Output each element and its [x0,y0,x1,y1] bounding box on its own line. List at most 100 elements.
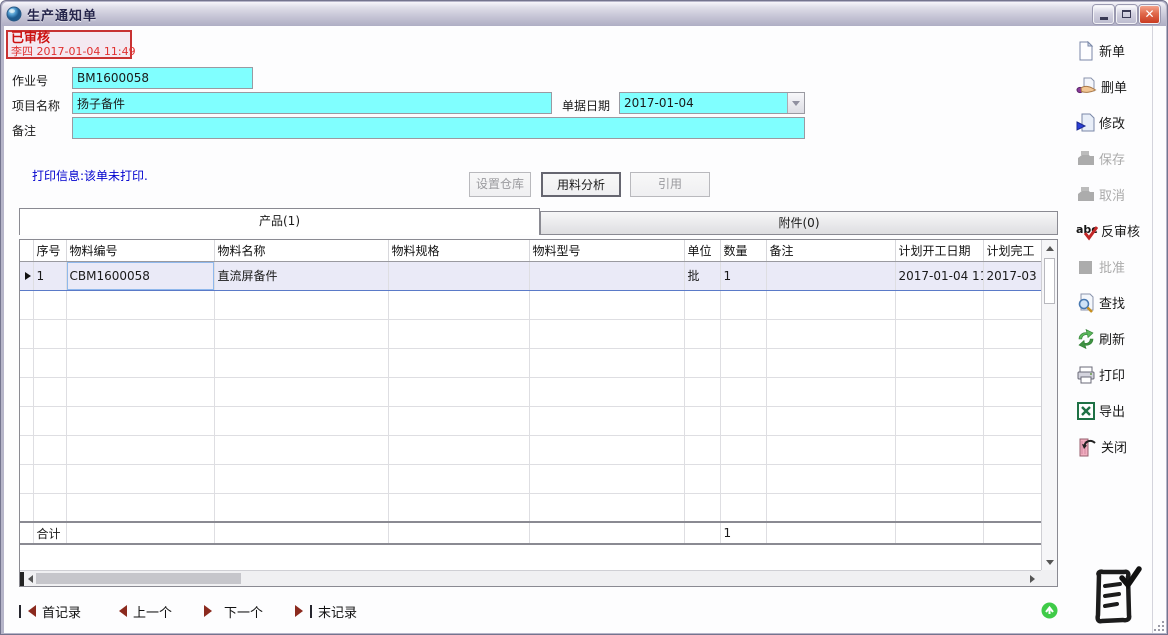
set-warehouse-button[interactable]: 设置仓库 [469,172,531,197]
unapprove-icon: abc [1076,221,1098,241]
minimize-icon [1100,17,1108,20]
new-doc-icon [1076,41,1096,61]
refresh-button[interactable]: 刷新 [1076,327,1158,350]
empty-row[interactable] [20,406,1041,435]
vertical-scrollbar[interactable] [1041,240,1057,571]
minimize-button[interactable] [1093,5,1114,24]
doc-date-value: 2017-01-04 [620,96,787,110]
empty-row[interactable] [20,464,1041,493]
find-icon [1076,293,1096,313]
grid-header-row[interactable]: 序号 物料编号 物料名称 物料规格 物料型号 单位 数量 备注 计划开工日期 计… [20,240,1041,261]
cell-unit[interactable]: 批 [684,261,720,290]
scrollbar-corner [1041,570,1057,586]
close-button[interactable]: ✕ [1139,5,1160,24]
col-plan-finish[interactable]: 计划完工 [983,240,1041,261]
scroll-right-button[interactable] [1025,571,1041,587]
last-record-icon [295,605,312,618]
horizontal-scrollbar[interactable] [20,570,1041,586]
table-row[interactable]: 1 CBM1600058 直流屏备件 批 1 2017-01-04 11: 20… [20,261,1041,290]
previous-record-button[interactable]: 上一个 [113,602,172,621]
sidebar: 新单 删单 修改 保存 [1076,39,1158,458]
col-qty[interactable]: 数量 [720,240,766,261]
cell-plan-finish[interactable]: 2017-03 [983,261,1041,290]
status-ball-icon[interactable] [1041,602,1058,623]
find-button[interactable]: 查找 [1076,291,1158,314]
client-area: 已审核 李四 2017-01-04 11:49 作业号 项目名称 单据日期 20… [4,26,1166,633]
approve-icon [1076,257,1096,277]
cell-plan-start[interactable]: 2017-01-04 11: [895,261,983,290]
unapprove-button[interactable]: abc 反审核 [1076,219,1158,242]
print-info-text: 打印信息:该单未打印. [32,167,148,184]
empty-row[interactable] [20,377,1041,406]
doc-date-combobox[interactable]: 2017-01-04 [619,92,805,114]
next-record-button[interactable]: 下一个 [204,602,263,621]
project-name-input[interactable] [72,92,552,114]
cell-material-code[interactable]: CBM1600058 [66,261,214,290]
first-record-label: 首记录 [42,602,81,621]
cancel-icon [1076,185,1096,205]
first-record-button[interactable]: 首记录 [19,602,81,621]
horizontal-scroll-thumb[interactable] [36,573,241,584]
cell-material-name[interactable]: 直流屏备件 [214,261,388,290]
tab-strip: 产品(1) 附件(0) [19,208,1059,235]
col-seq[interactable]: 序号 [33,240,66,261]
cell-qty[interactable]: 1 [720,261,766,290]
vertical-scroll-thumb[interactable] [1044,258,1055,304]
chevron-down-icon [792,101,800,110]
next-record-icon [204,605,218,617]
save-button[interactable]: 保存 [1076,147,1158,170]
cell-remark[interactable] [766,261,895,290]
remark-input[interactable] [72,117,805,139]
row-selector[interactable] [20,261,33,290]
doc-date-dropdown-button[interactable] [787,93,804,113]
cell-material-model[interactable] [529,261,684,290]
col-material-name[interactable]: 物料名称 [214,240,388,261]
cell-material-spec[interactable] [388,261,529,290]
print-button[interactable]: 打印 [1076,363,1158,386]
selector-header [20,240,33,261]
cell-seq[interactable]: 1 [33,261,66,290]
resize-grip[interactable] [1150,617,1164,631]
empty-row[interactable] [20,435,1041,464]
previous-record-label: 上一个 [133,602,172,621]
total-label: 合计 [33,522,66,544]
export-excel-icon [1076,401,1096,421]
export-button[interactable]: 导出 [1076,399,1158,422]
first-record-icon [19,605,36,618]
stamp-status: 已审核 [11,32,127,46]
col-material-spec[interactable]: 物料规格 [388,240,529,261]
detail-grid: 序号 物料编号 物料名称 物料规格 物料型号 单位 数量 备注 计划开工日期 计… [19,239,1058,587]
modify-button[interactable]: 修改 [1076,111,1158,134]
maximize-icon [1122,10,1131,18]
new-doc-button[interactable]: 新单 [1076,39,1158,62]
col-material-model[interactable]: 物料型号 [529,240,684,261]
save-icon [1076,149,1096,169]
remark-label: 备注 [12,122,36,139]
cancel-button[interactable]: 取消 [1076,183,1158,206]
scroll-up-icon [1046,242,1054,251]
scroll-down-button[interactable] [1042,555,1058,571]
empty-row[interactable] [20,290,1041,319]
title-bar[interactable]: 生产通知单 ✕ [2,2,1166,26]
reference-button[interactable]: 引用 [630,172,710,197]
delete-doc-button[interactable]: 删单 [1076,75,1158,98]
tab-products[interactable]: 产品(1) [19,208,540,235]
empty-row[interactable] [20,493,1041,522]
col-plan-start[interactable]: 计划开工日期 [895,240,983,261]
col-material-code[interactable]: 物料编号 [66,240,214,261]
window-title: 生产通知单 [27,5,97,24]
job-no-label: 作业号 [12,72,48,89]
tab-attachments[interactable]: 附件(0) [540,211,1058,235]
col-unit[interactable]: 单位 [684,240,720,261]
approve-button[interactable]: 批准 [1076,255,1158,278]
scroll-up-button[interactable] [1042,240,1058,256]
empty-row[interactable] [20,348,1041,377]
last-record-button[interactable]: 末记录 [295,602,357,621]
maximize-button[interactable] [1116,5,1137,24]
close-door-icon [1076,437,1098,457]
job-no-input[interactable] [72,67,253,89]
col-remark[interactable]: 备注 [766,240,895,261]
close-form-button[interactable]: 关闭 [1076,435,1158,458]
material-analysis-button[interactable]: 用料分析 [541,172,621,197]
empty-row[interactable] [20,319,1041,348]
